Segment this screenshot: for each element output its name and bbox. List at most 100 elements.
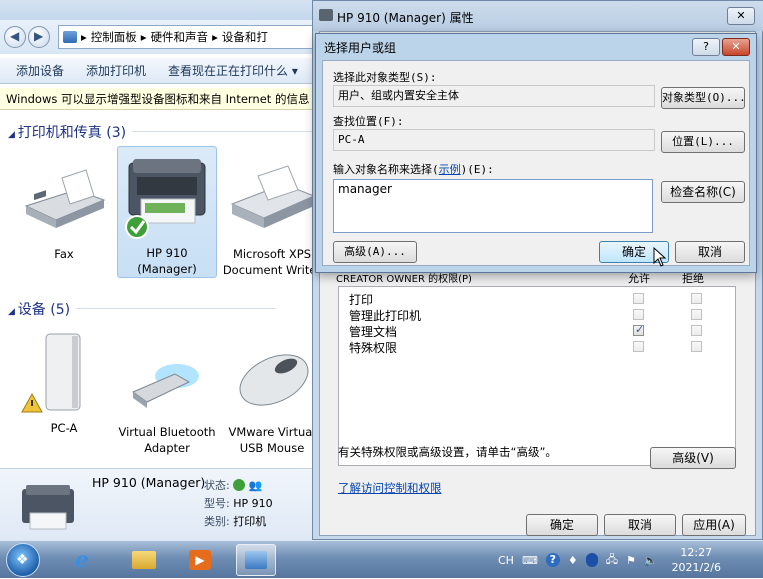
cancel-button[interactable]: 取消 [604, 514, 676, 536]
close-button[interactable]: ✕ [722, 38, 750, 56]
properties-title-bar: HP 910 (Manager) 属性 ✕ [313, 1, 763, 31]
arrow-left-icon: ◀ [10, 29, 20, 43]
clock-time: 12:27 [680, 546, 713, 559]
object-types-button[interactable]: 对象类型(O)... [661, 87, 746, 109]
taskbar-ie[interactable]: e [62, 544, 102, 576]
allow-checkbox[interactable] [633, 293, 644, 304]
network-icon[interactable]: 🖧 [606, 551, 618, 570]
taskbar-explorer[interactable] [124, 544, 164, 576]
action-center-icon[interactable]: ⚑ [626, 554, 636, 567]
permission-row: 管理此打印机 [349, 307, 421, 324]
devices-and-printers-window: ◀ ▶ ▸ 控制面板 ▸ 硬件和声音 ▸ 设备和打 添加设备 添加打印机 查看现… [0, 0, 315, 540]
group-title: 设备 (5) [17, 302, 71, 318]
breadcrumb-item[interactable]: 设备和打 [222, 29, 268, 45]
location-label: 查找位置(F): [333, 115, 404, 128]
device-label: Microsoft XPS Document Writer [222, 247, 315, 277]
explorer-title-strip [0, 0, 315, 20]
deny-checkbox[interactable] [691, 341, 702, 352]
object-type-label: 选择此对象类型(S): [333, 71, 437, 84]
device-xps-writer[interactable]: Microsoft XPS Document Writer [222, 160, 315, 278]
device-hp-910[interactable]: HP 910 (Manager) [117, 146, 217, 278]
taskbar-control-panel[interactable] [236, 544, 276, 576]
media-player-icon: ▶ [189, 550, 211, 570]
help-icon[interactable]: ? [545, 553, 560, 567]
control-panel-icon [63, 31, 77, 43]
devices-group-header[interactable]: ◢ 设备 (5) [8, 299, 277, 319]
allow-checkbox[interactable] [633, 341, 644, 352]
printer-icon [319, 9, 333, 21]
usb-bluetooth-icon [131, 364, 199, 408]
see-whats-printing-button[interactable]: 查看现在正在打印什么 ▾ [168, 62, 298, 79]
cancel-button[interactable]: 取消 [675, 241, 745, 263]
add-device-button[interactable]: 添加设备 [16, 62, 64, 79]
info-bar[interactable]: Windows 可以显示增强型设备图标和来自 Internet 的信息 [0, 88, 315, 110]
allow-checkbox[interactable] [633, 323, 644, 336]
address-field[interactable]: ▸ 控制面板 ▸ 硬件和声音 ▸ 设备和打 [58, 25, 315, 49]
permission-row: 打印 [349, 291, 373, 308]
deny-checkbox[interactable] [691, 325, 702, 336]
allow-checkbox[interactable] [633, 309, 644, 320]
breadcrumb-separator: ▸ [212, 30, 218, 44]
language-indicator[interactable]: CH [498, 554, 514, 567]
device-bluetooth-adapter[interactable]: Virtual Bluetooth Adapter [117, 340, 217, 456]
locations-button[interactable]: 位置(L)... [661, 131, 745, 153]
help-button[interactable]: ? [692, 38, 720, 56]
permission-name: 管理文档 [349, 325, 398, 339]
advanced-button[interactable]: 高级(A)... [333, 241, 417, 263]
apply-button[interactable]: 应用(A) [682, 514, 746, 536]
advanced-button[interactable]: 高级(V) [650, 447, 736, 469]
category-label: 类别: [204, 515, 230, 528]
learn-access-control-link[interactable]: 了解访问控制和权限 [338, 480, 442, 496]
check-names-button[interactable]: 检查名称(C) [661, 181, 745, 203]
breadcrumb-separator: ▸ [140, 30, 147, 44]
start-button[interactable]: ❖ [6, 543, 40, 577]
internet-explorer-icon: e [75, 547, 89, 573]
examples-link[interactable]: 示例 [439, 163, 461, 176]
select-dialog-title-bar: 选择用户或组 ? ✕ [316, 34, 756, 58]
keyboard-icon[interactable]: ⌨ [522, 554, 538, 567]
advanced-note: 有关特殊权限或高级设置，请单击“高级”。 [338, 445, 557, 459]
computer-tower-icon [21, 333, 81, 413]
printer-icon [22, 485, 74, 530]
back-button[interactable]: ◀ [4, 26, 26, 48]
device-pc-a[interactable]: PC-A [14, 330, 114, 436]
ok-button[interactable]: 确定 [526, 514, 598, 536]
folder-icon [132, 551, 156, 569]
printers-group-header[interactable]: ◢ 打印机和传真 (3) [8, 122, 315, 142]
add-printer-button[interactable]: 添加打印机 [86, 62, 146, 79]
details-device-name: HP 910 (Manager) [92, 475, 206, 490]
forward-button[interactable]: ▶ [28, 26, 50, 48]
collapse-triangle-icon: ◢ [8, 307, 18, 317]
enter-names-label: 输入对象名称来选择(示例)(E): [333, 161, 494, 177]
bluetooth-icon[interactable] [585, 553, 598, 567]
device-fax[interactable]: Fax [14, 160, 114, 262]
volume-icon[interactable]: 🔈 [644, 554, 658, 567]
ime-options-icon[interactable]: ♦ [568, 554, 578, 567]
deny-checkbox[interactable] [691, 293, 702, 304]
device-label: Virtual Bluetooth Adapter [118, 425, 216, 455]
clock[interactable]: 12:27 2021/2/6 [672, 545, 721, 575]
permissions-list[interactable]: 打印 管理此打印机 管理文档 特殊权限 [338, 286, 736, 466]
device-vmware-mouse[interactable]: VMware Virtual USB Mouse [222, 340, 315, 456]
xps-printer-icon [230, 165, 315, 228]
deny-checkbox[interactable] [691, 309, 702, 320]
object-type-field: 用户、组或内置安全主体 [333, 85, 655, 107]
permission-name: 管理此打印机 [349, 309, 422, 323]
status-label: 状态: [204, 479, 230, 492]
permission-name: 特殊权限 [349, 341, 398, 355]
close-icon: ✕ [731, 40, 741, 53]
collapse-triangle-icon: ◢ [8, 130, 18, 140]
breadcrumb-item[interactable]: 硬件和声音 [151, 29, 209, 45]
close-button[interactable]: ✕ [727, 7, 755, 25]
category-value: 打印机 [233, 515, 267, 528]
device-label: HP 910 (Manager) [137, 246, 197, 276]
select-users-dialog: 选择用户或组 ? ✕ 选择此对象类型(S): 用户、组或内置安全主体 对象类型(… [315, 33, 757, 273]
taskbar-media-player[interactable]: ▶ [180, 544, 220, 576]
group-title: 打印机和传真 (3) [17, 125, 127, 141]
breadcrumb-item[interactable]: 控制面板 [91, 29, 137, 45]
object-names-input[interactable]: manager [333, 179, 653, 233]
arrow-right-icon: ▶ [34, 29, 44, 43]
command-toolbar: 添加设备 添加打印机 查看现在正在打印什么 ▾ [0, 58, 315, 84]
device-label: PC-A [50, 421, 78, 435]
mouse-icon [239, 354, 309, 406]
